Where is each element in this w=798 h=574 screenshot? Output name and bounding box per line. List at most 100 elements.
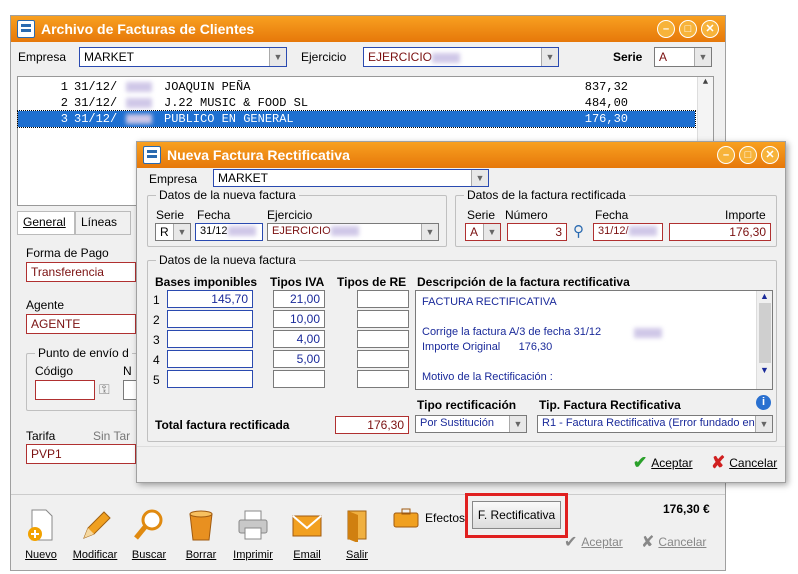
row-number: 1	[153, 293, 160, 307]
bases-label: Bases imponibles	[155, 275, 258, 289]
scroll-thumb[interactable]	[758, 303, 771, 363]
table-row[interactable]: 1 31/12/JOAQUIN PEÑA 837,32	[18, 79, 695, 95]
tipos-re-label: Tipos de RE	[337, 275, 407, 289]
r-serie-select[interactable]: A ▼	[465, 223, 501, 241]
chevron-down-icon[interactable]: ▼	[509, 416, 526, 432]
main-cancelar-button[interactable]: ✘ Cancelar	[641, 532, 706, 552]
chevron-down-icon[interactable]: ▼	[541, 48, 558, 66]
nuevo-button[interactable]: Nuevo	[19, 508, 63, 561]
chevron-down-icon[interactable]: ▼	[483, 224, 500, 240]
briefcase-icon	[393, 508, 419, 528]
main-aceptar-button[interactable]: ✔ Aceptar	[564, 532, 623, 552]
base-imponible-field[interactable]	[167, 350, 253, 368]
salir-button[interactable]: Salir	[337, 508, 377, 561]
tipo-re-field[interactable]	[357, 290, 409, 308]
r-numero-field[interactable]: 3	[507, 223, 567, 241]
maximize-icon[interactable]: □	[679, 20, 697, 38]
tipo-iva-field[interactable]: 21,00	[273, 290, 325, 308]
invoice-number: 3	[60, 112, 68, 126]
desc-scrollbar[interactable]: ▲ ▼	[756, 291, 772, 389]
agente-field[interactable]: AGENTE	[26, 314, 136, 334]
r-importe-label: Importe	[725, 208, 766, 222]
search-icon[interactable]: ⚲	[573, 222, 584, 240]
r-fecha-label: Fecha	[595, 208, 629, 222]
dialog-aceptar-button[interactable]: ✔ Aceptar	[633, 453, 693, 473]
info-icon[interactable]: i	[756, 395, 771, 410]
table-row[interactable]: 2 31/12/J.22 MUSIC & FOOD SL 484,00	[18, 95, 695, 111]
chevron-down-icon[interactable]: ▼	[421, 224, 438, 240]
total-field[interactable]: 176,30	[335, 416, 409, 434]
base-imponible-field[interactable]	[167, 330, 253, 348]
tip-factura-select[interactable]: R1 - Factura Rectificativa (Error fundad…	[537, 415, 773, 433]
tipo-re-field[interactable]	[357, 350, 409, 368]
scroll-up-icon[interactable]: ▲	[757, 291, 772, 301]
efectos-button[interactable]: Efectos	[393, 508, 465, 528]
tipo-rect-label: Tipo rectificación	[417, 398, 517, 412]
pencil-icon	[83, 511, 111, 539]
tipos-iva-label: Tipos IVA	[270, 275, 325, 289]
r-fecha-field[interactable]: 31/12/	[593, 223, 663, 241]
base-imponible-field[interactable]	[167, 370, 253, 388]
tipo-iva-field[interactable]	[273, 370, 325, 388]
tarifa-field[interactable]: PVP1	[26, 444, 136, 464]
n-label: N	[123, 364, 132, 378]
tab-general[interactable]: General	[17, 211, 75, 235]
minimize-icon[interactable]: –	[717, 146, 735, 164]
n-field[interactable]	[123, 380, 137, 400]
ejercicio-select[interactable]: EJERCICIO ▼	[363, 47, 559, 67]
chevron-down-icon[interactable]: ▼	[471, 170, 488, 186]
tipo-rect-select[interactable]: Por Sustitución ▼	[415, 415, 527, 433]
base-imponible-field[interactable]: 145,70	[167, 290, 253, 308]
descripcion-line: Importe Original 176,30	[422, 341, 553, 353]
chevron-down-icon[interactable]: ▼	[694, 48, 711, 66]
serie-label: Serie	[613, 50, 643, 64]
tipo-iva-field[interactable]: 4,00	[273, 330, 325, 348]
tab-lineas[interactable]: Líneas	[75, 211, 131, 235]
main-titlebar[interactable]: Archivo de Facturas de Clientes – □ ✕	[11, 16, 725, 42]
table-row[interactable]: 3 31/12/PUBLICO EN GENERAL 176,30	[17, 110, 696, 128]
maximize-icon[interactable]: □	[739, 146, 757, 164]
imprimir-button[interactable]: Imprimir	[229, 508, 277, 561]
r-importe-field[interactable]: 176,30	[669, 223, 771, 241]
descripcion-line	[422, 310, 752, 325]
codigo-field[interactable]	[35, 380, 95, 400]
serie-select[interactable]: R ▼	[155, 223, 191, 241]
empresa-select[interactable]: MARKET ▼	[79, 47, 287, 67]
tipo-re-field[interactable]	[357, 330, 409, 348]
scroll-down-icon[interactable]: ▼	[757, 365, 772, 375]
serie-select[interactable]: A ▼	[654, 47, 712, 67]
dialog-empresa-select[interactable]: MARKET ▼	[213, 169, 489, 187]
tipo-iva-field[interactable]: 5,00	[273, 350, 325, 368]
chevron-down-icon[interactable]: ▼	[755, 416, 772, 432]
codigo-label: Código	[35, 364, 74, 378]
app-icon	[17, 20, 35, 38]
base-imponible-field[interactable]	[167, 310, 253, 328]
tipo-re-field[interactable]	[357, 370, 409, 388]
borrar-button[interactable]: Borrar	[179, 508, 223, 561]
key-icon[interactable]: ⚿	[99, 381, 110, 398]
ejercicio-label: Ejercicio	[301, 50, 347, 64]
descripcion-textarea[interactable]: FACTURA RECTIFICATIVA Corrige la factura …	[415, 290, 773, 390]
scroll-up-icon[interactable]: ▲	[698, 77, 713, 87]
dialog-cancelar-button[interactable]: ✘ Cancelar	[711, 453, 777, 473]
buscar-button[interactable]: Buscar	[127, 508, 171, 561]
dialog-titlebar[interactable]: Nueva Factura Rectificativa – □ ✕	[137, 142, 785, 168]
close-icon[interactable]: ✕	[701, 20, 719, 38]
ejercicio-select[interactable]: EJERCICIO ▼	[267, 223, 439, 241]
row-number: 4	[153, 353, 160, 367]
invoice-date: 31/12/	[74, 80, 118, 94]
invoice-client: J.22 MUSIC & FOOD SL	[164, 96, 309, 110]
forma-pago-field[interactable]: Transferencia	[26, 262, 136, 282]
minimize-icon[interactable]: –	[657, 20, 675, 38]
empresa-label: Empresa	[18, 50, 67, 64]
modificar-button[interactable]: Modificar	[69, 508, 121, 561]
close-icon[interactable]: ✕	[761, 146, 779, 164]
email-button[interactable]: Email	[285, 508, 329, 561]
r-numero-label: Número	[505, 208, 548, 222]
fecha-field[interactable]: 31/12	[195, 223, 263, 241]
chevron-down-icon[interactable]: ▼	[173, 224, 190, 240]
chevron-down-icon[interactable]: ▼	[269, 48, 286, 66]
tipo-re-field[interactable]	[357, 310, 409, 328]
tipo-iva-field[interactable]: 10,00	[273, 310, 325, 328]
rectificativa-button[interactable]: F. Rectificativa	[472, 501, 561, 529]
